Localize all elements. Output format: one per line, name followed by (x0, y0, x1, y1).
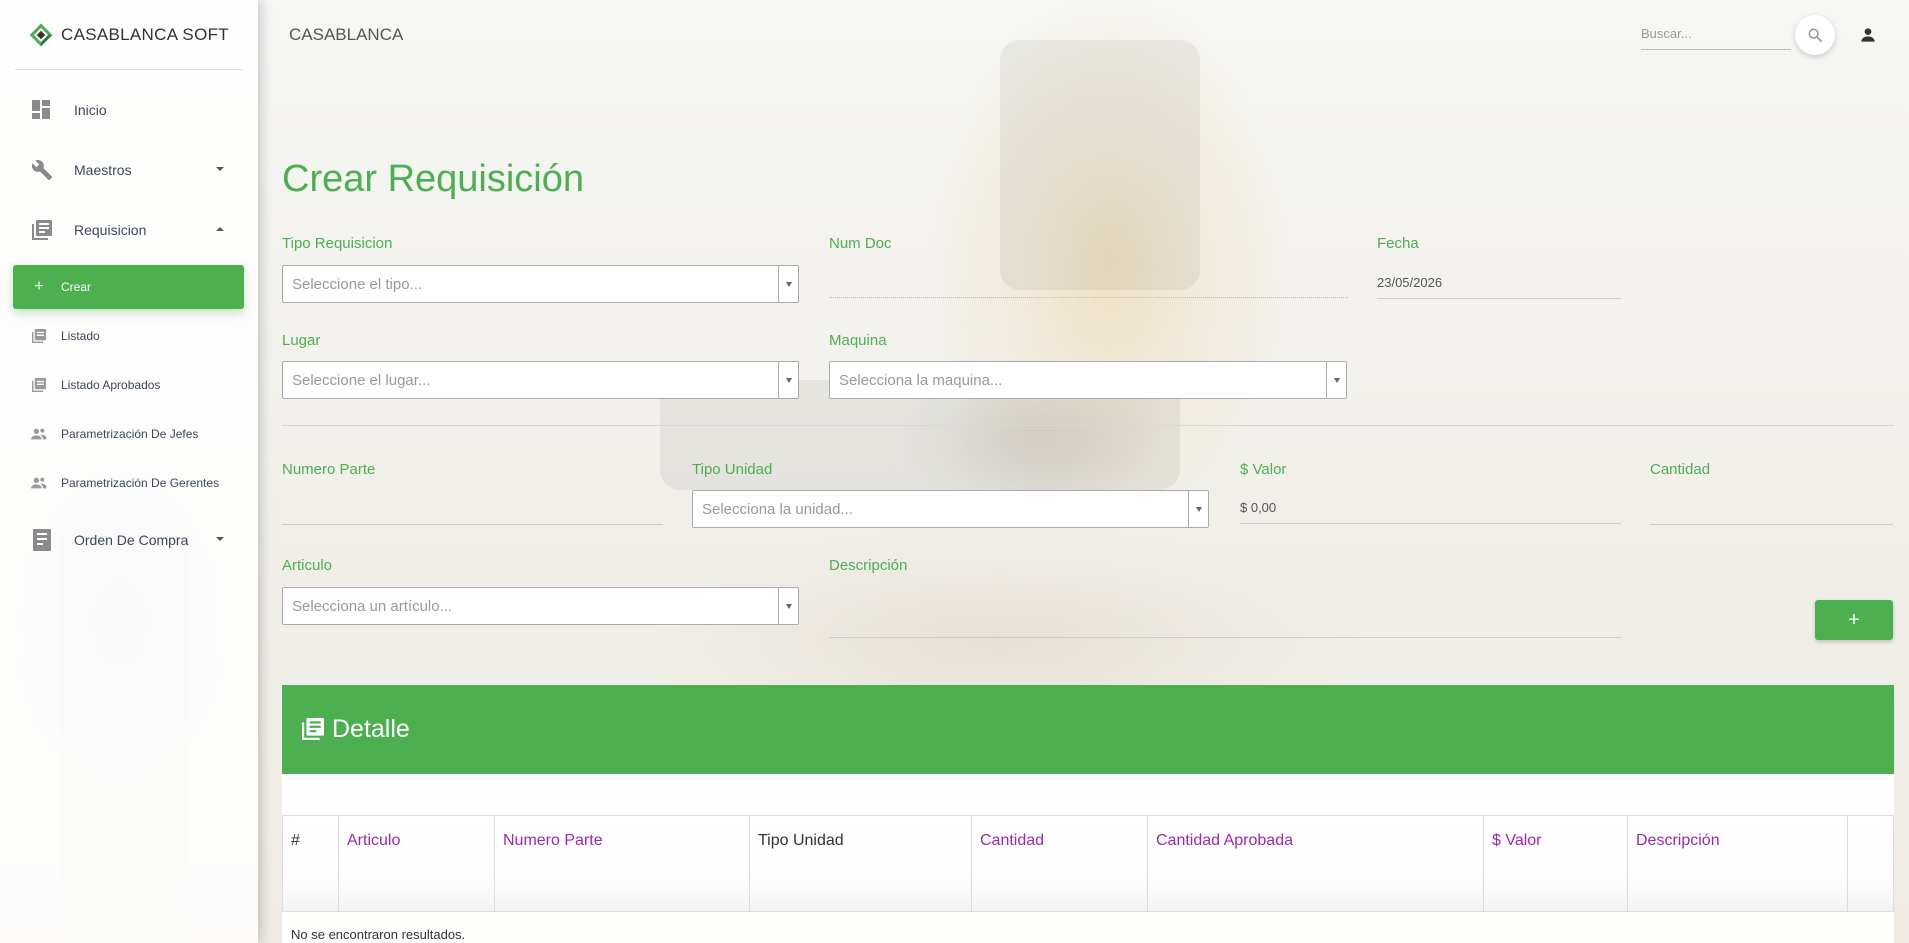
library-books-icon (31, 328, 47, 344)
chevron-up-icon (216, 227, 224, 231)
valor-input[interactable] (1240, 492, 1621, 524)
select-placeholder: Selecciona la maquina... (839, 371, 1003, 389)
brand-logo-icon (29, 23, 53, 47)
cantidad-label: Cantidad (1650, 461, 1711, 478)
brand-name: CASABLANCA SOFT (61, 24, 229, 44)
sidebar-item-orden-de-compra[interactable]: Orden De Compra (0, 510, 258, 570)
detail-card-body: # Articulo Numero Parte Tipo Unidad Cant… (282, 774, 1894, 943)
detail-card-header: Detalle (282, 685, 1894, 774)
dropdown-arrow-icon (778, 362, 798, 398)
sidebar-subitem-label: Parametrización De Gerentes (61, 476, 220, 490)
column-header-index[interactable]: # (282, 816, 338, 911)
sidebar-subitem-crear[interactable]: + Crear (13, 265, 244, 309)
dropdown-arrow-icon (1326, 362, 1346, 398)
cantidad-input[interactable] (1650, 493, 1893, 525)
sidebar-item-label: Orden De Compra (74, 532, 189, 548)
requisicion-submenu: + Crear Listado Listado Aprobados Parame… (0, 265, 258, 505)
person-icon (1861, 28, 1875, 42)
column-header-cantidad[interactable]: Cantidad (971, 816, 1147, 911)
dropdown-arrow-icon (778, 266, 798, 302)
tipo-requisicion-label: Tipo Requisicion (282, 235, 393, 252)
select-placeholder: Selecciona un artículo... (292, 597, 453, 615)
people-icon (31, 426, 47, 442)
select-placeholder: Selecciona la unidad... (702, 500, 853, 518)
sidebar-subitem-listado[interactable]: Listado (13, 314, 244, 358)
sidebar-nav: Inicio Maestros Requisicion (0, 70, 258, 260)
brand[interactable]: CASABLANCA SOFT (15, 0, 243, 70)
sidebar-item-label: Requisicion (74, 222, 147, 238)
sidebar-subitem-parametrizacion-gerentes[interactable]: Parametrización De Gerentes (13, 461, 244, 505)
main-content: Crear Requisición Tipo Requisicion Selec… (282, 0, 1894, 943)
sidebar-item-label: Maestros (74, 162, 132, 178)
articulo-select[interactable]: Selecciona un artículo... (282, 587, 799, 625)
search-input[interactable] (1641, 18, 1791, 50)
user-menu-button[interactable] (1855, 22, 1881, 48)
page-header-title: CASABLANCA (289, 25, 404, 44)
people-icon (31, 475, 47, 491)
num-doc-label: Num Doc (829, 235, 892, 252)
articulo-label: Articulo (282, 557, 333, 574)
wrench-icon (30, 158, 54, 182)
receipt-icon (30, 528, 54, 552)
select-placeholder: Seleccione el lugar... (292, 371, 431, 389)
page-title: Crear Requisición (282, 158, 585, 200)
dropdown-arrow-icon (778, 588, 798, 624)
sidebar-subitem-label: Parametrización De Jefes (61, 427, 199, 441)
num-doc-input[interactable] (829, 266, 1348, 298)
sidebar-item-requisicion[interactable]: Requisicion (0, 200, 258, 260)
tipo-requisicion-select[interactable]: Seleccione el tipo... (282, 265, 799, 303)
sidebar-item-inicio[interactable]: Inicio (0, 80, 258, 140)
fecha-input[interactable] (1377, 267, 1621, 299)
sidebar-item-label: Inicio (74, 102, 107, 118)
library-books-icon (30, 218, 54, 242)
plus-icon: + (34, 278, 44, 295)
sidebar-item-maestros[interactable]: Maestros (0, 140, 258, 200)
select-placeholder: Seleccione el tipo... (292, 275, 423, 293)
fecha-label: Fecha (1377, 235, 1419, 252)
lugar-select[interactable]: Seleccione el lugar... (282, 361, 799, 399)
maquina-select[interactable]: Selecciona la maquina... (829, 361, 1347, 399)
column-header-numero-parte[interactable]: Numero Parte (494, 816, 749, 911)
library-books-icon (302, 717, 326, 742)
column-header-tipo-unidad[interactable]: Tipo Unidad (749, 816, 971, 911)
chevron-down-icon (216, 167, 224, 171)
library-books-icon (31, 377, 47, 393)
dropdown-arrow-icon (1188, 491, 1208, 527)
detail-title: Detalle (332, 715, 410, 743)
column-header-actions (1847, 816, 1894, 911)
column-header-valor[interactable]: $ Valor (1483, 816, 1627, 911)
numero-parte-label: Numero Parte (282, 461, 376, 478)
add-button-label: + (1848, 608, 1860, 631)
tipo-unidad-label: Tipo Unidad (692, 461, 773, 478)
sidebar-subitem-label: Listado Aprobados (61, 378, 161, 392)
sidebar-subitem-label: Listado (61, 329, 100, 343)
sidebar-subitem-listado-aprobados[interactable]: Listado Aprobados (13, 363, 244, 407)
dashboard-icon (30, 98, 54, 122)
divider (282, 425, 1894, 426)
lugar-label: Lugar (282, 332, 321, 349)
top-navbar: CASABLANCA (258, 0, 1909, 70)
sidebar-subitem-label: Crear (61, 280, 92, 294)
descripcion-input[interactable] (829, 606, 1621, 638)
column-header-articulo[interactable]: Articulo (338, 816, 494, 911)
detail-table: # Articulo Numero Parte Tipo Unidad Cant… (282, 815, 1894, 912)
add-item-button[interactable]: + (1815, 600, 1893, 640)
chevron-down-icon (216, 537, 224, 541)
column-header-cantidad-aprobada[interactable]: Cantidad Aprobada (1147, 816, 1483, 911)
search-button[interactable] (1795, 15, 1835, 55)
table-header-row: # Articulo Numero Parte Tipo Unidad Cant… (282, 816, 1894, 912)
sidebar-subitem-parametrizacion-jefes[interactable]: Parametrización De Jefes (13, 412, 244, 456)
numero-parte-input[interactable] (282, 493, 663, 525)
valor-label: $ Valor (1240, 461, 1287, 478)
column-header-descripcion[interactable]: Descripción (1627, 816, 1847, 911)
search-icon (1808, 28, 1823, 43)
empty-table-message: No se encontraron resultados. (291, 927, 466, 942)
maquina-label: Maquina (829, 332, 887, 349)
sidebar: CASABLANCA SOFT Inicio Maestros Requisic… (0, 0, 258, 943)
descripcion-label: Descripción (829, 557, 908, 574)
tipo-unidad-select[interactable]: Selecciona la unidad... (692, 490, 1209, 528)
